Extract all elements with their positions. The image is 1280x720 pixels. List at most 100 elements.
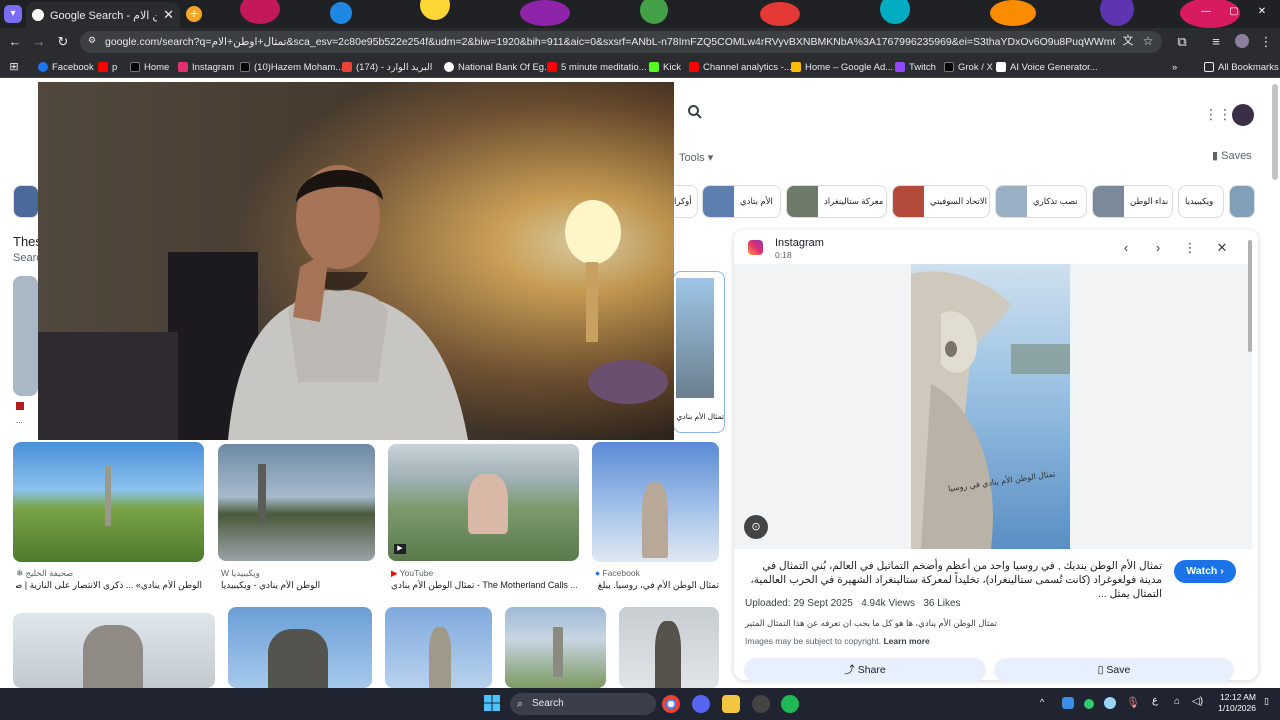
chip-wikipedia[interactable]: ويكيبيديا [1178,185,1224,218]
volume-icon[interactable]: ◁) [1192,696,1203,707]
learn-more-link[interactable]: Learn more [883,636,929,646]
file-explorer-icon[interactable] [722,695,740,713]
bookmark-home[interactable]: Home [130,58,169,76]
chip-call-of-homeland[interactable]: نداء الوطن [1092,185,1173,218]
microphone-icon[interactable]: 🎙 [1126,696,1140,710]
bookmark-grok[interactable]: Grok / X [944,58,993,76]
extensions-icon[interactable]: ⧉ [1174,34,1190,50]
url-text[interactable]: google.com/search?q=تمثال+اوطن+الام&sca_… [105,33,1115,51]
new-tab-button[interactable]: + [186,6,202,22]
save-button[interactable]: ▯ Save [994,658,1234,682]
image-result[interactable] [13,276,38,396]
menu-kebab-icon[interactable]: ⋮ [1258,34,1274,50]
image-result[interactable] [619,607,719,688]
spotify-icon[interactable] [781,695,799,713]
chip-first[interactable] [13,185,39,218]
profile-avatar[interactable] [1235,34,1249,48]
search-icon[interactable] [680,101,710,131]
tray-app-icon[interactable] [1062,697,1074,709]
panel-description[interactable]: تمثال الأم الوطن ينديك , في روسيا واحد م… [742,559,1162,601]
bookmark-facebook[interactable]: Facebook [38,58,94,76]
bookmark-tiktok[interactable]: (10)Hazem Moham... [240,58,343,76]
bookmark-gmail[interactable]: (174) - البريد الوارد [342,58,432,76]
system-clock[interactable]: 12:12 AM 1/10/2026 [1212,692,1256,714]
obs-icon[interactable] [752,695,770,713]
bookmark-google-ads[interactable]: Home – Google Ad... [791,58,893,76]
windows-start-icon[interactable] [484,695,500,711]
image-result[interactable] [505,607,606,688]
bookmark-kick[interactable]: Kick [649,58,681,76]
chip-soviet-union[interactable]: الاتحاد السوفيتي [892,185,990,218]
image-result[interactable] [13,613,215,688]
bookmark-ai-voice[interactable]: AI Voice Generator... [996,58,1098,76]
more-options-icon[interactable]: ⋮ [1182,240,1198,256]
site-info-icon[interactable]: ⚙ [88,35,100,47]
tab-search-button[interactable]: ▾ [4,5,22,23]
chip-mother-calls[interactable]: الأم بتادي [702,185,781,218]
result-caption[interactable]: تمثال الوطن الأم في، روسيا. يبلغ ارت... [595,580,719,591]
upload-stats: Uploaded: 29 Sept 2025 4.94k Views 36 Li… [745,598,961,609]
chrome-icon[interactable] [662,695,680,713]
media-controls-icon[interactable]: ≡ [1208,34,1224,50]
panel-scrollbar[interactable] [1248,240,1252,352]
maximize-icon[interactable]: ▢ [1226,6,1242,20]
google-apps-icon[interactable]: ⋮⋮⋮ [1204,106,1246,126]
close-window-icon[interactable]: ✕ [1254,6,1270,20]
network-icon[interactable]: ⌂ [1174,696,1180,707]
result-caption[interactable]: الوطن الأم ينادي - ويكيبيديا [221,580,371,591]
image-result[interactable]: ▶ [388,444,579,561]
image-result[interactable] [13,442,204,562]
share-button[interactable]: ⤴ Share [744,658,986,682]
tray-status-icon[interactable] [1084,699,1094,709]
google-account-avatar[interactable] [1232,104,1254,126]
back-icon[interactable]: ← [7,34,23,50]
previous-result-icon[interactable]: ‹ [1118,240,1134,256]
discord-icon[interactable] [692,695,710,713]
bookmark-meditation[interactable]: 5 minute meditatio... [547,58,647,76]
result-caption[interactable]: الوطن الأم ينادي» ... ذكرى الانتصار على … [16,580,202,591]
clock-time: 12:12 AM [1220,692,1256,702]
watch-button[interactable]: Watch › [1174,560,1236,583]
image-result[interactable] [218,444,375,561]
chip-thumbnail [1093,186,1124,217]
result-caption[interactable]: تمثال الوطن الأم ينادي - The Motherland … [391,580,579,591]
forward-icon[interactable]: → [31,34,47,50]
bookmark-star-icon[interactable]: ☆ [1140,33,1156,49]
notifications-icon[interactable]: ▯ [1264,696,1274,708]
chip-ukraine[interactable]: أوكرا [672,185,698,218]
gmail-icon [342,62,352,72]
taskbar-search[interactable]: ⌕ Search [510,693,656,715]
kick-icon [649,62,659,72]
page-scrollbar[interactable] [1272,84,1278,180]
chip-stalingrad-battle[interactable]: معركة ستالينغراد [786,185,887,218]
google-lens-icon[interactable]: ⊙ [744,515,768,539]
preview-image[interactable] [911,264,1070,549]
bookmark-instagram[interactable]: Instagram [178,58,234,76]
chip-overflow[interactable] [1229,185,1255,218]
image-result[interactable] [228,607,372,688]
tab-google-search[interactable]: Google Search - تمثال اوطن الام ✕ [26,2,180,28]
language-indicator[interactable]: ع [1152,695,1158,706]
close-tab-icon[interactable]: ✕ [163,7,174,23]
onedrive-icon[interactable] [1104,697,1116,709]
bookmarks-overflow-icon[interactable]: » [1172,58,1177,76]
tools-button[interactable]: Tools ▾ [679,151,713,167]
tray-overflow-icon[interactable]: ^ [1040,697,1052,709]
bookmark-p[interactable]: p [98,58,117,76]
reload-icon[interactable]: ↻ [55,34,71,50]
minimize-icon[interactable]: — [1198,6,1214,20]
image-result[interactable] [385,607,492,688]
panel-source-name[interactable]: Instagram [775,237,824,249]
next-result-icon[interactable]: › [1150,240,1166,256]
bookmark-channel-analytics[interactable]: Channel analytics -... [689,58,792,76]
apps-grid-icon[interactable]: ⊞ [6,59,22,75]
close-panel-icon[interactable]: ✕ [1214,240,1230,256]
translate-icon[interactable]: 文 [1120,33,1136,49]
saves-button[interactable]: ▮ Saves [1212,149,1252,165]
image-result[interactable] [592,442,719,562]
chip-memorial[interactable]: نصب تذكاري [995,185,1087,218]
image-result-selected[interactable]: تمثال الأم بنادي [673,271,725,433]
bookmark-nbe[interactable]: National Bank Of Eg... [444,58,552,76]
bookmark-twitch[interactable]: Twitch [895,58,936,76]
all-bookmarks[interactable]: All Bookmarks [1204,58,1279,76]
